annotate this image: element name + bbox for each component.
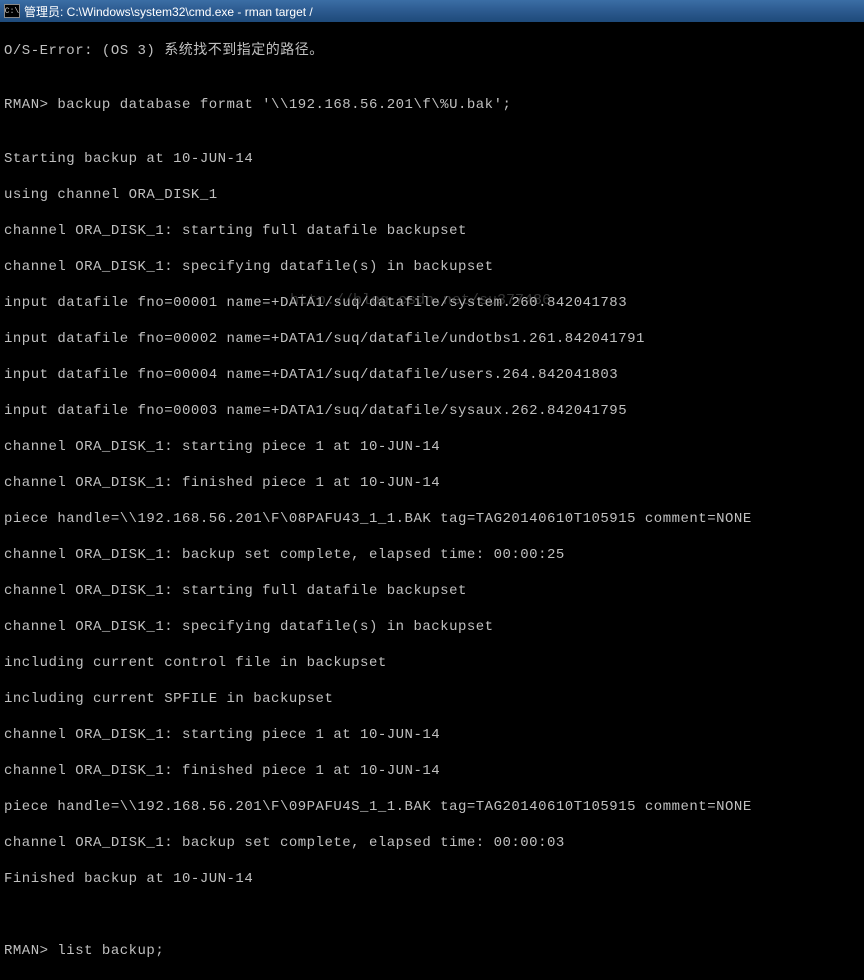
cmd-icon: C:\ <box>4 4 20 18</box>
terminal-line: input datafile fno=00004 name=+DATA1/suq… <box>4 366 860 384</box>
terminal-line: channel ORA_DISK_1: finished piece 1 at … <box>4 474 860 492</box>
terminal-line: RMAN> list backup; <box>4 942 860 960</box>
window-titlebar: C:\ 管理员: C:\Windows\system32\cmd.exe - r… <box>0 0 864 22</box>
terminal-line: channel ORA_DISK_1: specifying datafile(… <box>4 618 860 636</box>
terminal-line: piece handle=\\192.168.56.201\F\08PAFU43… <box>4 510 860 528</box>
terminal-line: channel ORA_DISK_1: specifying datafile(… <box>4 258 860 276</box>
terminal-line: input datafile fno=00002 name=+DATA1/suq… <box>4 330 860 348</box>
terminal-line: O/S-Error: (OS 3) 系统找不到指定的路径。 <box>4 42 860 60</box>
terminal-line: including current control file in backup… <box>4 654 860 672</box>
terminal-line: including current SPFILE in backupset <box>4 690 860 708</box>
terminal-output[interactable]: O/S-Error: (OS 3) 系统找不到指定的路径。 RMAN> back… <box>0 22 864 980</box>
terminal-line: channel ORA_DISK_1: backup set complete,… <box>4 546 860 564</box>
terminal-line: Finished backup at 10-JUN-14 <box>4 870 860 888</box>
terminal-line: input datafile fno=00003 name=+DATA1/suq… <box>4 402 860 420</box>
terminal-line: channel ORA_DISK_1: starting full datafi… <box>4 222 860 240</box>
terminal-line: Starting backup at 10-JUN-14 <box>4 150 860 168</box>
terminal-line: RMAN> backup database format '\\192.168.… <box>4 96 860 114</box>
terminal-line: channel ORA_DISK_1: starting piece 1 at … <box>4 438 860 456</box>
terminal-line: using channel ORA_DISK_1 <box>4 186 860 204</box>
terminal-line: channel ORA_DISK_1: backup set complete,… <box>4 834 860 852</box>
terminal-line: channel ORA_DISK_1: starting full datafi… <box>4 582 860 600</box>
window-title: 管理员: C:\Windows\system32\cmd.exe - rman … <box>24 3 313 20</box>
terminal-line: channel ORA_DISK_1: starting piece 1 at … <box>4 726 860 744</box>
terminal-line: input datafile fno=00001 name=+DATA1/suq… <box>4 294 860 312</box>
terminal-line: channel ORA_DISK_1: finished piece 1 at … <box>4 762 860 780</box>
terminal-line: piece handle=\\192.168.56.201\F\09PAFU4S… <box>4 798 860 816</box>
